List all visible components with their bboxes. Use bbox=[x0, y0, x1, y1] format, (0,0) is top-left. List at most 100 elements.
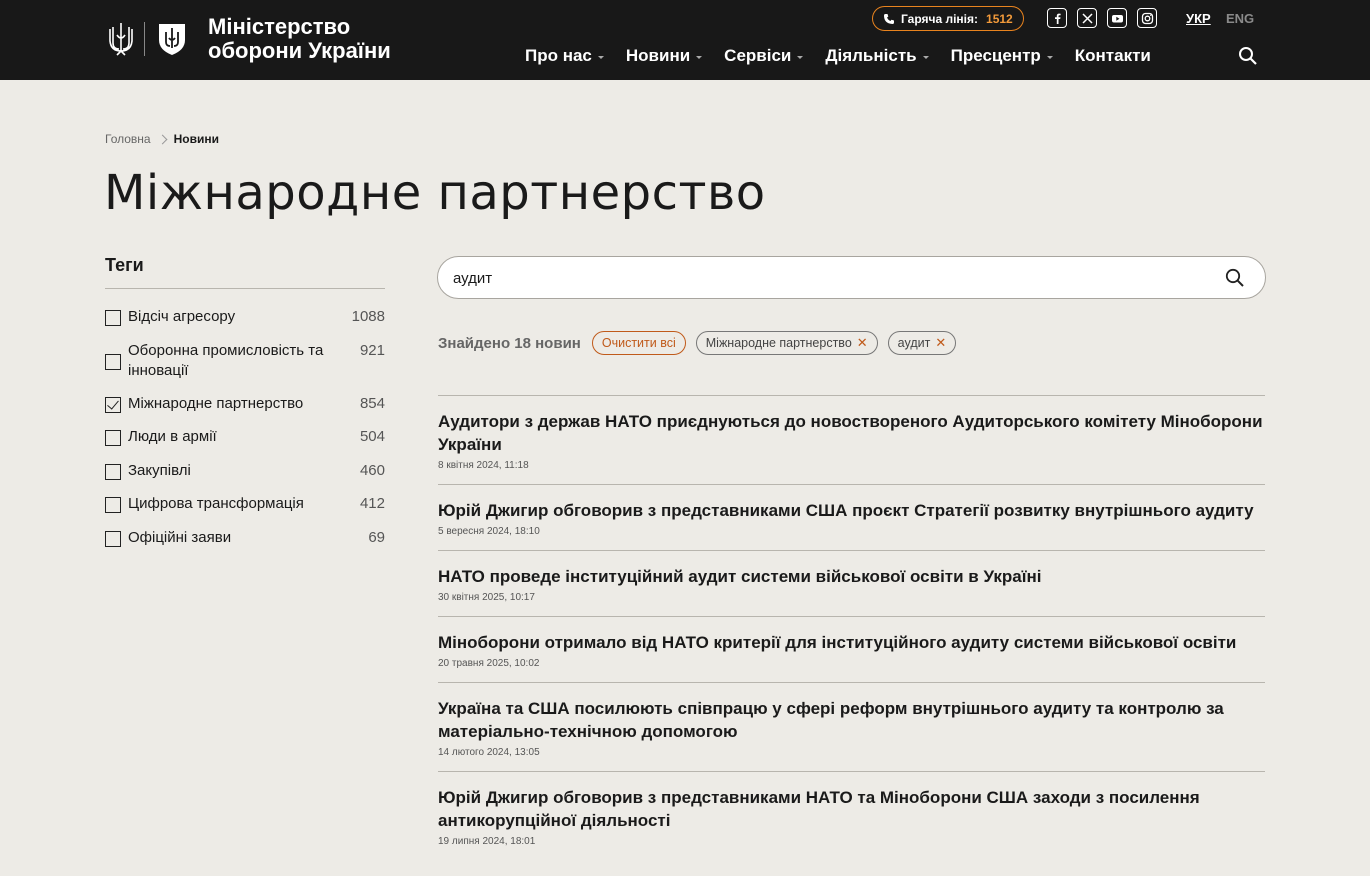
tag-checkbox[interactable] bbox=[105, 497, 121, 513]
nav-item-contacts[interactable]: Контакти bbox=[1075, 44, 1151, 68]
tag-label: Цифрова трансформація bbox=[128, 495, 304, 512]
tag-label: Оборонна промисловість та інновації bbox=[128, 341, 324, 379]
nav-label: Сервіси bbox=[724, 46, 792, 65]
tag-label: Офіційні заяви bbox=[128, 528, 232, 546]
logo-link[interactable]: Міністерство оборони України bbox=[108, 14, 391, 64]
results-count: Знайдено 18 новин bbox=[438, 334, 581, 352]
chevron-down-icon bbox=[1046, 55, 1053, 59]
active-filters: Знайдено 18 новин Очистити всі Міжнародн… bbox=[438, 331, 957, 355]
tag-item[interactable]: Люди в армії 504 bbox=[105, 421, 385, 455]
social-links bbox=[1047, 8, 1157, 28]
search-input[interactable] bbox=[453, 268, 1193, 288]
trident-icon bbox=[109, 23, 133, 56]
news-item[interactable]: Юрій Джигир обговорив з представниками С… bbox=[438, 484, 1265, 550]
news-title-link[interactable]: Аудитори з держав НАТО приєднуються до н… bbox=[438, 410, 1265, 456]
news-title-link[interactable]: Україна та США посилюють співпрацю у сфе… bbox=[438, 697, 1265, 743]
tag-count: 460 bbox=[359, 461, 385, 479]
tag-item[interactable]: Офіційні заяви 69 bbox=[105, 522, 385, 556]
logo-divider bbox=[144, 22, 145, 56]
filter-chip[interactable]: Міжнародне партнерство ✕ bbox=[695, 331, 878, 355]
close-icon[interactable]: ✕ bbox=[857, 335, 868, 351]
news-item[interactable]: Міноборони отримало від НАТО критерії дл… bbox=[438, 616, 1265, 682]
tag-checkbox[interactable] bbox=[105, 353, 121, 370]
breadcrumb: Головна Новини bbox=[105, 132, 219, 146]
page-title: Міжнародне партнерство bbox=[104, 165, 766, 221]
tag-label: Відсіч агресору bbox=[128, 308, 236, 325]
tag-item[interactable]: Оборонна промисловість та інновації 921 bbox=[105, 335, 385, 388]
news-list: Аудитори з держав НАТО приєднуються до н… bbox=[438, 395, 1265, 860]
nav-item-activity[interactable]: Діяльність bbox=[825, 44, 929, 68]
chevron-down-icon bbox=[597, 55, 604, 59]
news-date: 20 травня 2025, 10:02 bbox=[438, 658, 540, 669]
facebook-icon[interactable] bbox=[1047, 8, 1067, 28]
news-title-link[interactable]: НАТО проведе інституційний аудит системи… bbox=[438, 565, 1265, 588]
nav-item-services[interactable]: Сервіси bbox=[724, 44, 804, 68]
news-item[interactable]: НАТО проведе інституційний аудит системи… bbox=[438, 550, 1265, 616]
filter-chip-label: Міжнародне партнерство bbox=[705, 336, 852, 350]
tag-checkbox[interactable] bbox=[105, 430, 121, 446]
site-header: Міністерство оборони України Гаряча ліні… bbox=[0, 0, 1370, 80]
youtube-icon[interactable] bbox=[1107, 8, 1127, 28]
clear-all-button[interactable]: Очистити всі bbox=[591, 331, 686, 355]
tag-list: Відсіч агресору 1088 Оборонна промисловіс… bbox=[105, 301, 385, 555]
tag-checkbox[interactable] bbox=[105, 463, 121, 480]
tag-count: 921 bbox=[359, 341, 385, 359]
chevron-right-icon bbox=[157, 134, 168, 144]
tag-count: 412 bbox=[359, 495, 385, 512]
close-icon[interactable]: ✕ bbox=[935, 335, 946, 351]
tag-item[interactable]: Відсіч агресору 1088 bbox=[105, 301, 385, 335]
tag-count: 69 bbox=[368, 528, 385, 546]
news-title-link[interactable]: Юрій Джигир обговорив з представниками Н… bbox=[438, 786, 1265, 832]
news-date: 30 квітня 2025, 10:17 bbox=[438, 592, 535, 603]
hotline-number: 1512 bbox=[986, 11, 1013, 26]
filter-chip-label: аудит bbox=[897, 336, 931, 350]
tag-count: 504 bbox=[359, 428, 385, 445]
news-date: 14 лютого 2024, 13:05 bbox=[438, 747, 540, 758]
news-date: 5 вересня 2024, 18:10 bbox=[438, 526, 540, 537]
nav-label: Про нас bbox=[525, 46, 592, 65]
nav-item-news[interactable]: Новини bbox=[625, 44, 703, 68]
tag-checkbox[interactable] bbox=[105, 310, 121, 326]
tag-item[interactable]: Міжнародне партнерство 854 bbox=[105, 388, 385, 422]
brand-line-2: оборони України bbox=[208, 38, 391, 63]
search-icon[interactable] bbox=[1238, 46, 1258, 66]
tags-sidebar: Теги Відсіч агресору 1088 Оборонна промис… bbox=[105, 255, 385, 555]
news-title-link[interactable]: Міноборони отримало від НАТО критерії дл… bbox=[438, 631, 1265, 654]
phone-icon bbox=[884, 13, 894, 24]
nav-label: Новини bbox=[625, 46, 691, 65]
lang-ukr-link[interactable]: УКР bbox=[1186, 11, 1211, 26]
hotline-button[interactable]: Гаряча лінія: 1512 bbox=[872, 6, 1024, 31]
x-icon[interactable] bbox=[1077, 8, 1097, 28]
tag-item[interactable]: Цифрова трансформація 412 bbox=[105, 488, 385, 522]
chevron-down-icon bbox=[696, 55, 703, 59]
breadcrumb-current: Новини bbox=[173, 132, 219, 146]
instagram-icon[interactable] bbox=[1137, 8, 1157, 28]
nav-label: Діяльність bbox=[825, 46, 917, 65]
search-icon[interactable] bbox=[1225, 268, 1245, 288]
brand-name: Міністерство оборони України bbox=[208, 15, 391, 63]
lang-eng-link[interactable]: ENG bbox=[1226, 11, 1254, 26]
nav-item-about[interactable]: Про нас bbox=[525, 44, 604, 68]
tag-label: Люди в армії bbox=[128, 428, 217, 445]
tag-checkbox[interactable] bbox=[105, 530, 121, 547]
nav-label: Пресцентр bbox=[950, 46, 1041, 65]
tag-label: Закупівлі bbox=[128, 461, 191, 479]
nav-item-press[interactable]: Пресцентр bbox=[951, 44, 1053, 68]
chevron-down-icon bbox=[797, 55, 804, 59]
news-date: 19 липня 2024, 18:01 bbox=[438, 836, 536, 847]
tag-count: 854 bbox=[359, 394, 385, 412]
main-nav: Про нас Новини Сервіси Діяльність Пресце… bbox=[525, 44, 1173, 68]
breadcrumb-home-link[interactable]: Головна bbox=[105, 132, 151, 146]
tag-item[interactable]: Закупівлі 460 bbox=[105, 455, 385, 489]
news-title-link[interactable]: Юрій Джигир обговорив з представниками С… bbox=[438, 499, 1265, 522]
hotline-label: Гаряча лінія: bbox=[901, 11, 979, 26]
chevron-down-icon bbox=[922, 55, 929, 59]
news-item[interactable]: Аудитори з держав НАТО приєднуються до н… bbox=[438, 395, 1265, 484]
shield-emblem-icon bbox=[159, 24, 185, 55]
news-search bbox=[437, 256, 1266, 299]
nav-label: Контакти bbox=[1074, 46, 1151, 65]
tag-checkbox[interactable] bbox=[105, 396, 121, 413]
filter-chip[interactable]: аудит ✕ bbox=[887, 331, 957, 355]
news-item[interactable]: Юрій Джигир обговорив з представниками Н… bbox=[438, 771, 1265, 860]
news-item[interactable]: Україна та США посилюють співпрацю у сфе… bbox=[438, 682, 1265, 771]
